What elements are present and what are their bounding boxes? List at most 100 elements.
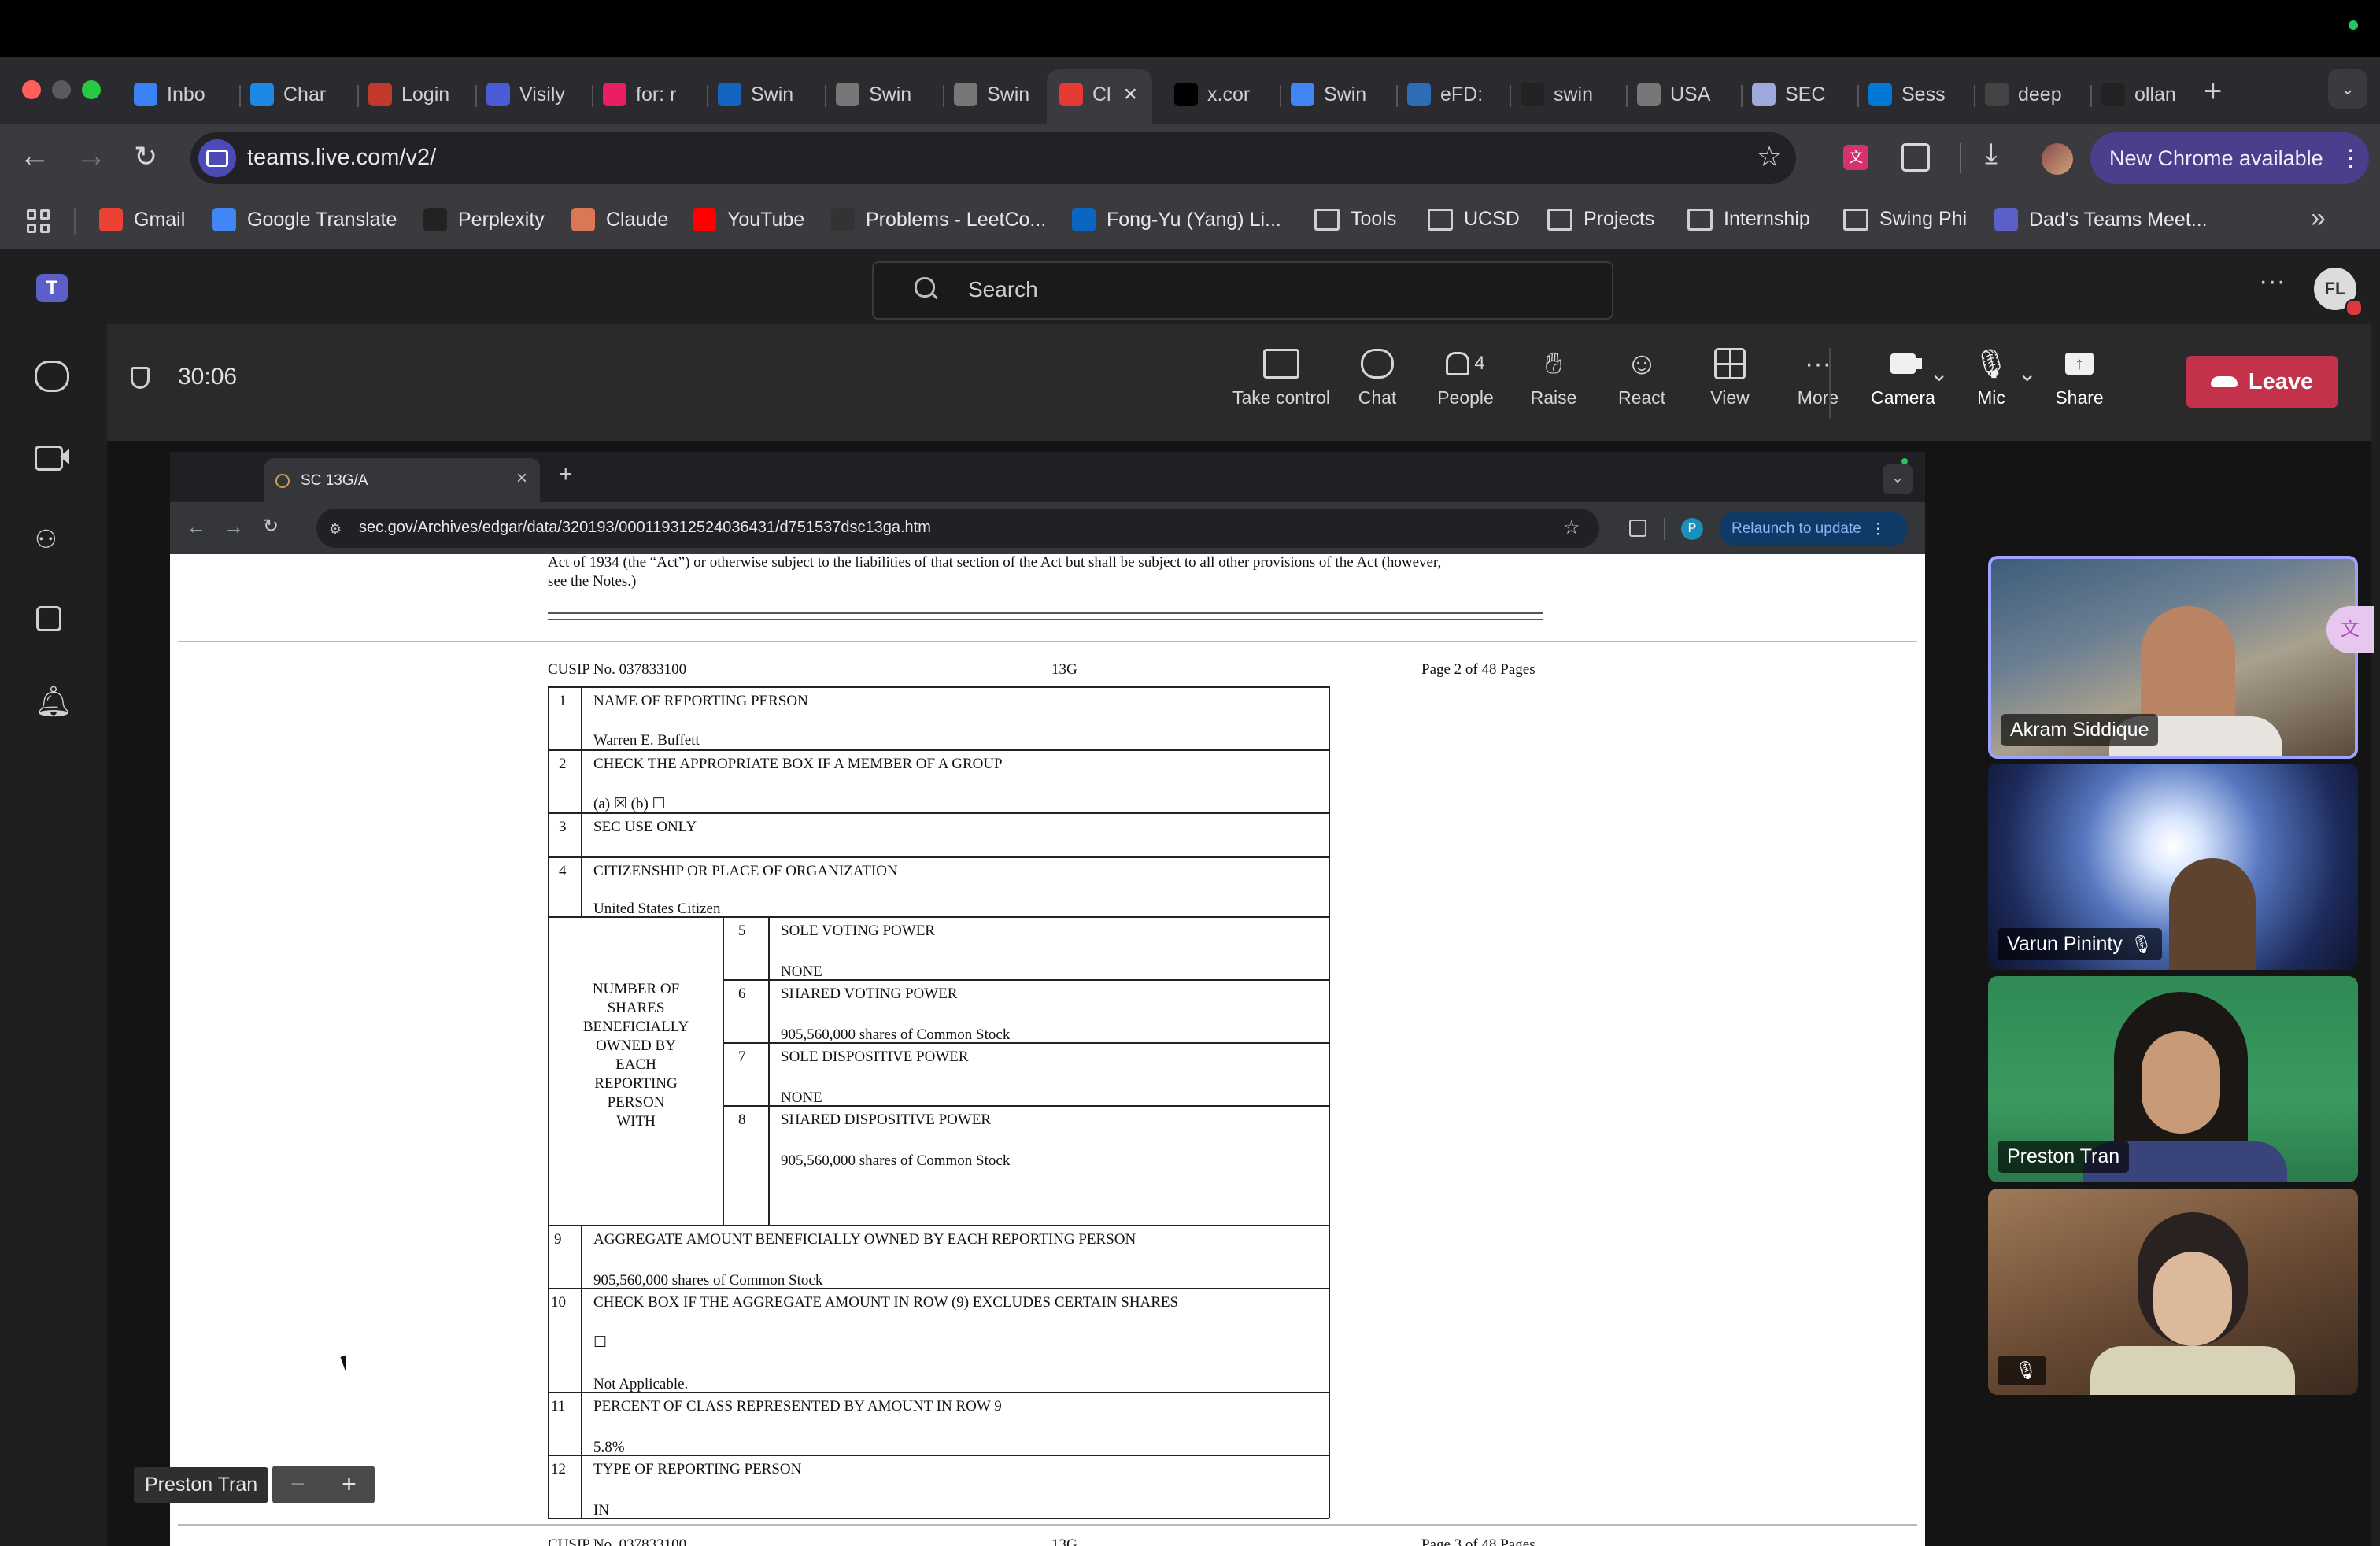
- bookmark-star-icon[interactable]: ☆: [1757, 140, 1782, 173]
- url-text[interactable]: teams.live.com/v2/: [247, 145, 436, 171]
- browser-tab[interactable]: Inbo: [134, 72, 228, 117]
- browser-tab[interactable]: Cl ×: [1059, 72, 1146, 117]
- communities-rail-icon[interactable]: ⚇: [35, 526, 66, 553]
- shared-profile-avatar[interactable]: P: [1681, 518, 1703, 540]
- browser-tab[interactable]: Char: [250, 72, 345, 117]
- translate-floating-icon[interactable]: 文: [2326, 606, 2374, 653]
- raise-hand-button[interactable]: ✋︎ Raise: [1506, 340, 1601, 409]
- presenter-name-label: Preston Tran: [134, 1467, 269, 1503]
- tab-search-icon[interactable]: ⌄: [2328, 69, 2367, 109]
- bookmark-item[interactable]: Fong-Yu (Yang) Li...: [1072, 208, 1281, 231]
- bookmark-item[interactable]: Internship: [1687, 208, 1810, 231]
- reload-icon[interactable]: ↻: [134, 140, 157, 173]
- bookmark-item[interactable]: Projects: [1547, 208, 1654, 231]
- participant-tile[interactable]: Preston Tran: [1988, 976, 2358, 1182]
- browser-tab[interactable]: swin: [1521, 72, 1615, 117]
- browser-tab[interactable]: Login: [368, 72, 463, 117]
- browser-tab[interactable]: x.cor: [1174, 72, 1269, 117]
- view-button[interactable]: View: [1683, 340, 1777, 409]
- github-icon: [2101, 83, 2125, 106]
- browser-tab[interactable]: Swin: [954, 72, 1048, 117]
- shared-reload-icon[interactable]: ↻: [263, 515, 279, 538]
- meet-rail-icon[interactable]: [35, 446, 63, 471]
- shared-forward-icon[interactable]: →: [224, 515, 244, 539]
- shared-tab-search-icon[interactable]: ⌄: [1883, 464, 1913, 494]
- leave-button[interactable]: Leave: [2186, 356, 2338, 408]
- chat-button[interactable]: Chat: [1330, 340, 1425, 409]
- browser-tab[interactable]: Sess: [1868, 72, 1963, 117]
- zoom-in-button[interactable]: +: [323, 1466, 375, 1503]
- more-bookmarks-icon[interactable]: »: [2311, 203, 2326, 234]
- participant-tile[interactable]: Varun Pininty 🎙︎: [1988, 764, 2358, 970]
- address-bar[interactable]: teams.live.com/v2/ ☆: [190, 132, 1796, 184]
- bookmark-item[interactable]: Claude: [571, 208, 668, 231]
- bookmark-item[interactable]: Problems - LeetCo...: [831, 208, 1046, 231]
- bookmark-item[interactable]: Gmail: [99, 208, 185, 231]
- back-icon[interactable]: ←: [19, 139, 50, 174]
- shared-extensions-icon[interactable]: [1629, 520, 1646, 537]
- forward-icon[interactable]: →: [76, 139, 107, 174]
- browser-tab[interactable]: SEC: [1752, 72, 1846, 117]
- browser-tab[interactable]: Swin: [718, 72, 812, 117]
- bookmark-item[interactable]: Dad's Teams Meet...: [1994, 208, 2208, 231]
- bookmark-label: Claude: [606, 208, 669, 231]
- bookmark-item[interactable]: YouTube: [693, 208, 804, 231]
- browser-tab[interactable]: eFD:: [1407, 72, 1502, 117]
- maximize-window-button[interactable]: [82, 80, 101, 99]
- browser-tab[interactable]: ollan: [2101, 72, 2196, 117]
- profile-avatar[interactable]: [2042, 143, 2073, 175]
- new-tab-icon[interactable]: +: [2204, 74, 2222, 109]
- participant-tile[interactable]: 🎙︎: [1988, 1189, 2358, 1395]
- shared-back-icon[interactable]: ←: [186, 515, 206, 539]
- new-chrome-available-button[interactable]: New Chrome available ⋮: [2090, 132, 2369, 184]
- shared-tab-close-icon[interactable]: ×: [516, 468, 527, 490]
- more-button[interactable]: ··· More: [1771, 340, 1865, 409]
- shared-bookmark-star-icon[interactable]: ☆: [1563, 516, 1580, 539]
- take-control-button[interactable]: Take control: [1226, 340, 1336, 409]
- site-info-icon[interactable]: [198, 139, 236, 177]
- ellipsis-icon: ···: [1805, 348, 1831, 379]
- user-avatar[interactable]: FL: [2314, 268, 2363, 316]
- browser-tab[interactable]: USA: [1637, 72, 1731, 117]
- tab-separator: [943, 85, 944, 107]
- browser-tab[interactable]: for: r: [603, 72, 697, 117]
- share-button[interactable]: ↑ Share: [2032, 340, 2127, 409]
- tab-close-icon[interactable]: ×: [1124, 81, 1138, 108]
- close-window-button[interactable]: [22, 80, 41, 99]
- zoom-out-button[interactable]: −: [272, 1466, 323, 1503]
- browser-tab[interactable]: Visily: [486, 72, 581, 117]
- translate-extension-icon[interactable]: 文: [1843, 145, 1868, 170]
- bookmark-item[interactable]: Swing Phi: [1843, 208, 1967, 231]
- visily-icon: [486, 83, 510, 106]
- people-button[interactable]: 4 People: [1418, 340, 1513, 409]
- browser-tab[interactable]: Swin: [1291, 72, 1385, 117]
- tab-separator: [357, 85, 359, 107]
- participant-tile[interactable]: Akram Siddique: [1988, 556, 2358, 759]
- shared-active-tab[interactable]: SC 13G/A ×: [264, 458, 540, 502]
- apps-grid-icon[interactable]: [27, 209, 50, 233]
- minimize-window-button[interactable]: [52, 80, 71, 99]
- shared-new-tab-icon[interactable]: +: [559, 461, 573, 488]
- bookmark-item[interactable]: Google Translate: [213, 208, 397, 231]
- bookmark-item[interactable]: Tools: [1314, 208, 1396, 231]
- browser-tab[interactable]: deep: [1985, 72, 2079, 117]
- react-button[interactable]: ☺ React: [1595, 340, 1689, 409]
- chat-rail-icon[interactable]: [35, 361, 69, 392]
- calendar-rail-icon[interactable]: [36, 606, 61, 631]
- search-box[interactable]: Search: [872, 261, 1613, 320]
- teams-logo-icon[interactable]: T: [36, 274, 68, 302]
- participant-name-tag: Preston Tran: [1998, 1141, 2130, 1173]
- shared-url-text[interactable]: sec.gov/Archives/edgar/data/320193/00011…: [359, 519, 931, 537]
- more-options-icon[interactable]: ···: [2259, 266, 2286, 297]
- download-icon[interactable]: ⤓: [1985, 137, 1998, 171]
- shared-address-bar[interactable]: ⚙︎ sec.gov/Archives/edgar/data/320193/00…: [316, 509, 1599, 548]
- shared-screen[interactable]: SC 13G/A × + ⌄ ← → ↻ ⚙︎ sec.gov/Archives…: [170, 452, 1925, 1546]
- browser-tab[interactable]: Swin: [836, 72, 930, 117]
- linkedin-icon: [1072, 208, 1096, 231]
- bookmark-item[interactable]: UCSD: [1428, 208, 1520, 231]
- relaunch-to-update-button[interactable]: Relaunch to update ⋮: [1719, 512, 1908, 546]
- update-label: New Chrome available: [2109, 146, 2323, 170]
- extensions-icon[interactable]: [1901, 143, 1930, 172]
- bookmark-item[interactable]: Perplexity: [423, 208, 545, 231]
- activity-bell-icon[interactable]: 🔔︎: [35, 685, 72, 719]
